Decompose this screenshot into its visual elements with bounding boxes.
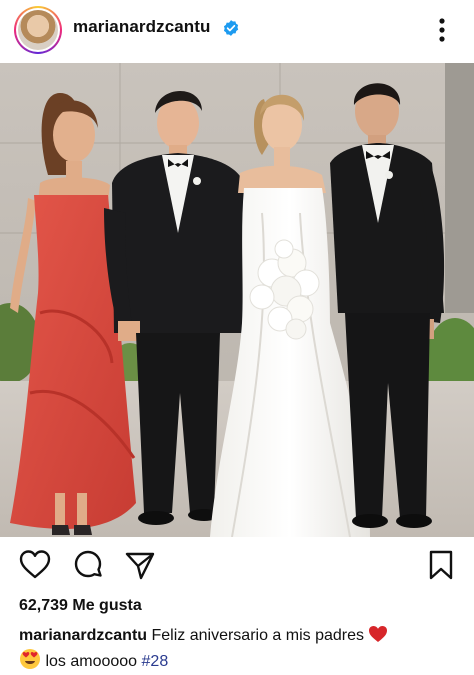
caption-text-2: los amooooo: [45, 653, 138, 670]
verified-badge-icon: [223, 20, 239, 36]
post-caption: marianardzcantu Feliz aniversario a mis …: [19, 623, 459, 674]
bookmark-icon[interactable]: [424, 548, 458, 582]
heart-icon[interactable]: [18, 548, 52, 582]
hashtag-link[interactable]: #28: [142, 653, 169, 670]
heart-eyes-emoji: [20, 649, 40, 669]
caption-text: Feliz aniversario a mis padres: [151, 627, 365, 644]
red-heart-emoji: [369, 626, 388, 642]
profile-avatar[interactable]: [14, 6, 62, 54]
likes-count[interactable]: 62,739 Me gusta: [19, 597, 142, 615]
avatar-image: [18, 10, 58, 50]
post-photo[interactable]: [0, 63, 474, 537]
caption-username[interactable]: marianardzcantu: [19, 627, 147, 644]
post-header: marianardzcantu: [0, 0, 474, 62]
username-link[interactable]: marianardzcantu: [73, 17, 211, 37]
post-actions: [0, 548, 474, 584]
more-options-icon[interactable]: [432, 14, 452, 46]
send-icon[interactable]: [123, 548, 157, 582]
comment-icon[interactable]: [71, 548, 105, 582]
photo-illustration: [0, 63, 474, 537]
